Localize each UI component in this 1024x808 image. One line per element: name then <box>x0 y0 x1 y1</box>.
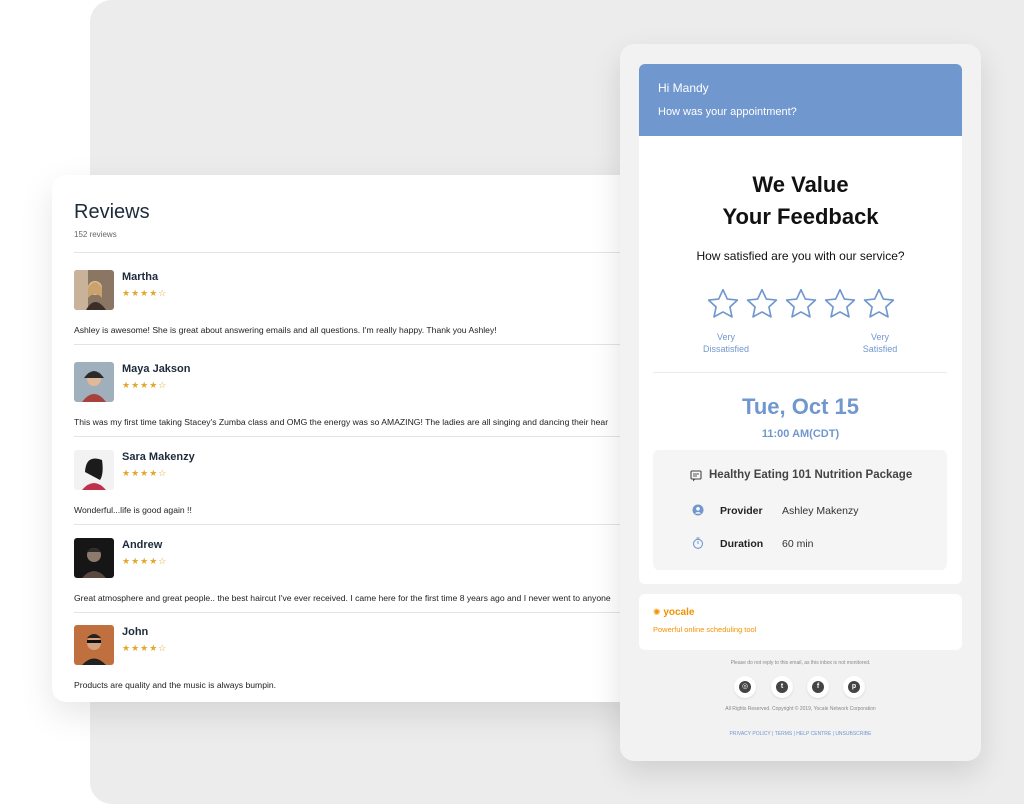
review-text: This was my first time taking Stacey's Z… <box>74 417 609 427</box>
rating-low-text: Very Dissatisfied <box>702 332 749 354</box>
divider <box>74 344 652 345</box>
rating-high-text: Very Satisfied <box>862 332 898 354</box>
appointment-details: Healthy Eating 101 Nutrition Package Pro… <box>653 450 947 570</box>
avatar <box>74 450 114 490</box>
appointment-date: Tue, Oct 15 <box>742 394 859 419</box>
email-body: We Value Your Feedback How satisfied are… <box>639 136 962 584</box>
instagram-icon[interactable]: ◎ <box>734 676 756 698</box>
star-rating-input <box>705 286 905 322</box>
no-reply-note: Please do not reply to this email, as th… <box>730 660 871 666</box>
divider <box>653 372 947 373</box>
avatar <box>74 362 114 402</box>
rating-star-4[interactable] <box>822 286 858 322</box>
unsubscribe-link[interactable]: UNSUBSCRIBE <box>835 731 871 737</box>
pinterest-icon[interactable]: p <box>843 676 865 698</box>
satisfaction-question: How satisfied are you with our service? <box>696 249 905 263</box>
link-separator: | <box>832 731 834 737</box>
reviewer-name: John <box>122 626 149 638</box>
rating-star-2[interactable] <box>744 286 780 322</box>
social-links: ◎ t f p <box>734 676 874 698</box>
divider <box>74 436 652 437</box>
feedback-email-card: Hi Mandy How was your appointment? We Va… <box>620 44 981 761</box>
duration-value: 60 min <box>782 538 814 550</box>
rating-stars: ★★★★☆ <box>122 380 168 390</box>
review-item: Andrew ★★★★☆ Great atmosphere and great … <box>74 538 652 626</box>
headline-line-1: We Value <box>752 172 849 197</box>
avatar <box>74 538 114 578</box>
review-item: Martha ★★★★☆ Ashley is awesome! She is g… <box>74 270 652 358</box>
review-item: Sara Makenzy ★★★★☆ Wonderful...life is g… <box>74 450 652 538</box>
avatar <box>74 270 114 310</box>
rating-star-5[interactable] <box>861 286 897 322</box>
reviews-count: 152 reviews <box>74 230 117 239</box>
feedback-headline: We Value Your Feedback <box>639 169 962 233</box>
review-text: Great atmosphere and great people.. the … <box>74 593 611 603</box>
privacy-policy-link[interactable]: PRIVACY POLICY <box>730 731 771 737</box>
user-icon <box>692 504 704 516</box>
rating-low-label: Very Dissatisfied <box>691 331 761 355</box>
twitter-icon[interactable]: t <box>771 676 793 698</box>
email-header: Hi Mandy How was your appointment? <box>639 64 962 136</box>
reviewer-name: Sara Makenzy <box>122 451 195 463</box>
review-item: John ★★★★☆ Products are quality and the … <box>74 625 652 702</box>
copyright: All Rights Reserved. Copyright © 2019, Y… <box>725 706 876 712</box>
brand-tagline: Powerful online scheduling tool <box>653 625 757 634</box>
reviewer-name: Martha <box>122 271 159 283</box>
rating-stars: ★★★★☆ <box>122 556 168 566</box>
rating-stars: ★★★★☆ <box>122 468 168 478</box>
chat-icon <box>690 470 702 482</box>
review-text: Products are quality and the music is al… <box>74 680 277 690</box>
footer-links: PRIVACY POLICY | TERMS | HELP CENTRE | U… <box>620 731 981 737</box>
reviewer-name: Maya Jakson <box>122 363 191 375</box>
link-separator: | <box>793 731 795 737</box>
terms-link[interactable]: TERMS <box>775 731 793 737</box>
reviews-card: Reviews 152 reviews Martha ★★★★☆ Ashley … <box>52 175 652 702</box>
rating-star-3[interactable] <box>783 286 819 322</box>
reviews-title: Reviews <box>74 201 150 223</box>
email-greeting: Hi Mandy <box>658 81 709 95</box>
facebook-icon[interactable]: f <box>807 676 829 698</box>
package-name: Healthy Eating 101 Nutrition Package <box>709 469 913 481</box>
review-text: Ashley is awesome! She is great about an… <box>74 325 497 335</box>
provider-label: Provider <box>720 505 763 517</box>
stopwatch-icon <box>692 537 704 549</box>
reviewer-name: Andrew <box>122 539 163 551</box>
review-text: Wonderful...life is good again !! <box>74 505 192 515</box>
rating-stars: ★★★★☆ <box>122 643 168 653</box>
provider-value: Ashley Makenzy <box>782 505 859 517</box>
divider <box>74 612 652 613</box>
duration-label: Duration <box>720 538 764 550</box>
email-subtitle: How was your appointment? <box>658 106 797 118</box>
rating-stars: ★★★★☆ <box>122 288 168 298</box>
divider <box>74 252 652 253</box>
appointment-time: 11:00 AM(CDT) <box>761 428 840 440</box>
sun-icon: ✺ <box>653 607 661 617</box>
headline-line-2: Your Feedback <box>722 204 879 229</box>
rating-star-1[interactable] <box>705 286 741 322</box>
help-centre-link[interactable]: HELP CENTRE <box>796 731 831 737</box>
review-item: Maya Jakson ★★★★☆ This was my first time… <box>74 362 652 450</box>
rating-high-label: Very Satisfied <box>845 331 915 355</box>
brand-box: ✺ yocale Powerful online scheduling tool <box>639 594 962 650</box>
brand-logo[interactable]: ✺ yocale <box>653 607 694 618</box>
link-separator: | <box>772 731 774 737</box>
avatar <box>74 625 114 665</box>
divider <box>74 524 652 525</box>
brand-name: yocale <box>663 607 695 618</box>
